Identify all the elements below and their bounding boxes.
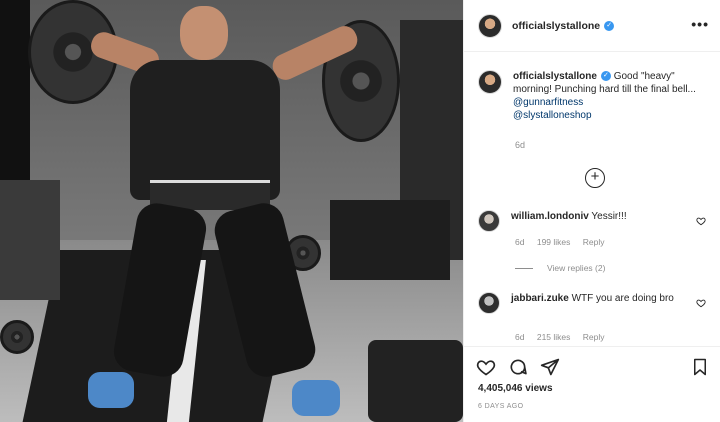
heart-icon[interactable]	[476, 357, 496, 377]
comment-username[interactable]: jabbari.zuke	[511, 293, 569, 304]
comment-icon[interactable]	[508, 357, 528, 377]
avatar[interactable]	[478, 13, 502, 38]
post-side-panel: officialslystallone ✓ ••• officialslysta…	[463, 0, 720, 422]
reply-button[interactable]: Reply	[583, 237, 605, 247]
verified-icon: ✓	[600, 71, 611, 82]
plus-circle-icon[interactable]: +	[585, 168, 605, 188]
shoe-left	[88, 372, 134, 408]
caption-username[interactable]: officialslystallone	[513, 71, 597, 82]
mention-slystalloneshop[interactable]: @slystalloneshop	[513, 110, 592, 121]
shoe-right	[292, 380, 340, 416]
view-replies-label: View replies (2)	[547, 263, 606, 273]
comment-likes[interactable]: 215 likes	[537, 332, 571, 342]
heart-icon[interactable]	[696, 216, 706, 226]
action-icons	[476, 357, 572, 377]
instagram-post-view: officialslystallone ✓ ••• officialslysta…	[0, 0, 720, 422]
comment-avatar[interactable]	[478, 210, 500, 232]
comment-meta: 6d 199 likes Reply	[515, 237, 615, 247]
bench	[368, 340, 463, 422]
heart-icon[interactable]	[696, 298, 706, 308]
comment-meta: 6d 215 likes Reply	[515, 332, 615, 342]
comment-username[interactable]: william.londoniv	[511, 211, 589, 222]
comment-item: jabbari.zuke WTF you are doing bro	[478, 292, 710, 314]
comment-text: william.londoniv Yessir!!!	[511, 210, 681, 232]
person-torso	[130, 60, 280, 200]
bookmark-icon[interactable]	[691, 357, 709, 377]
more-icon[interactable]: •••	[691, 16, 709, 32]
comment-likes[interactable]: 199 likes	[537, 237, 571, 247]
caption-text: officialslystallone ✓ Good "heavy" mornin…	[513, 70, 708, 122]
replies-divider	[515, 267, 533, 269]
post-header: officialslystallone ✓ •••	[464, 0, 720, 52]
person-head	[180, 6, 228, 60]
floor-plate	[0, 320, 34, 354]
post-actions: 4,405,046 views 6 DAYS AGO	[464, 346, 720, 422]
post-media-photo[interactable]	[0, 0, 463, 422]
equipment-right	[330, 200, 450, 280]
posted-time: 6 DAYS AGO	[478, 403, 524, 410]
comment-body: WTF you are doing bro	[568, 293, 674, 304]
view-replies-button[interactable]: View replies (2)	[515, 263, 605, 273]
caption: officialslystallone ✓ Good "heavy" mornin…	[478, 70, 710, 122]
comment-body: Yessir!!!	[588, 211, 627, 222]
views-count: 4,405,046 views	[478, 383, 553, 394]
comment-item: william.londoniv Yessir!!!	[478, 210, 710, 232]
mention-gunnarfitness[interactable]: @gunnarfitness	[513, 97, 583, 108]
caption-avatar[interactable]	[478, 70, 502, 94]
verified-icon: ✓	[604, 20, 615, 31]
reply-button[interactable]: Reply	[583, 332, 605, 342]
comment-time: 6d	[515, 237, 525, 247]
share-icon[interactable]	[540, 357, 560, 377]
caption-time: 6d	[515, 140, 526, 150]
comment-text: jabbari.zuke WTF you are doing bro	[511, 292, 681, 314]
header-username[interactable]: officialslystallone	[512, 20, 600, 32]
equipment-left	[0, 180, 60, 300]
comment-avatar[interactable]	[478, 292, 500, 314]
comment-time: 6d	[515, 332, 525, 342]
